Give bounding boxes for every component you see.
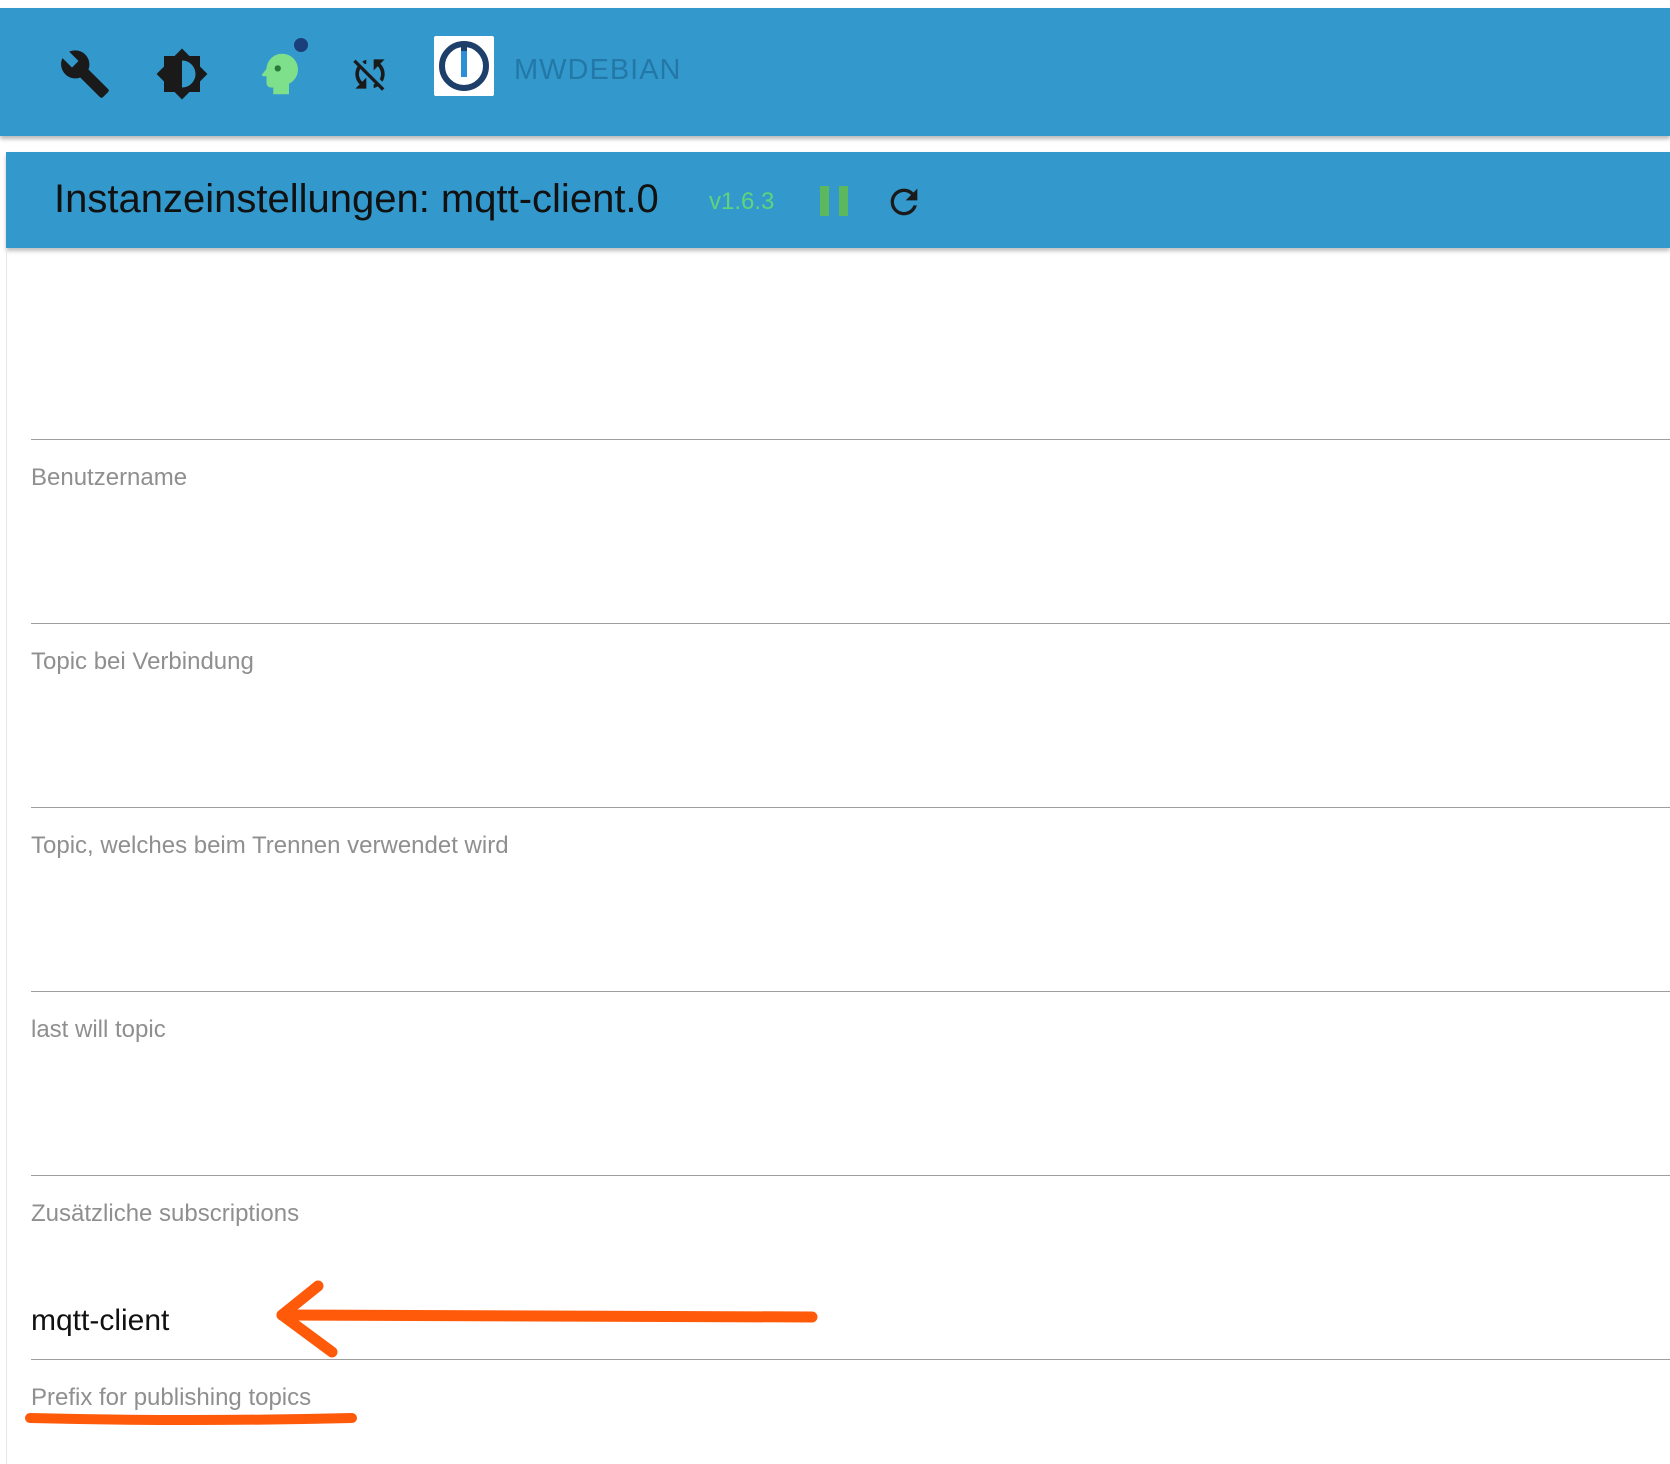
field-username[interactable] [31,432,1670,624]
sync-disabled-icon[interactable] [340,44,400,104]
field-password[interactable] [31,248,1670,440]
settings-form: Benutzername Topic bei Verbindung Topic,… [6,248,1670,1464]
reload-icon[interactable] [884,182,924,222]
last-will-input[interactable] [31,984,1670,1176]
topic-connect-input[interactable] [31,616,1670,808]
version-badge: v1.6.3 [709,188,775,215]
top-toolbar: MWDEBIAN [0,8,1670,136]
head-icon[interactable] [250,44,310,104]
username-input[interactable] [31,432,1670,624]
host-name: MWDEBIAN [514,54,682,86]
prefix-input[interactable] [31,1168,1670,1360]
pause-bar-right [839,186,848,216]
field-topic-disconnect[interactable] [31,800,1670,992]
field-prefix[interactable] [31,1168,1670,1360]
topic-disconnect-input[interactable] [31,800,1670,992]
page-title: Instanzeinstellungen: mqtt-client.0 [54,177,659,221]
wrench-icon[interactable] [55,44,115,104]
pause-bar-left [820,186,829,216]
field-topic-connect[interactable] [31,616,1670,808]
pause-icon[interactable] [820,186,850,218]
notification-dot [294,38,308,52]
iobroker-logo-icon[interactable] [434,36,494,96]
brightness-icon[interactable] [152,44,212,104]
password-input[interactable] [31,248,1670,440]
label-prefix: Prefix for publishing topics [31,1384,312,1411]
field-last-will[interactable] [31,984,1670,1176]
instance-header: Instanzeinstellungen: mqtt-client.0 v1.6… [6,152,1670,248]
